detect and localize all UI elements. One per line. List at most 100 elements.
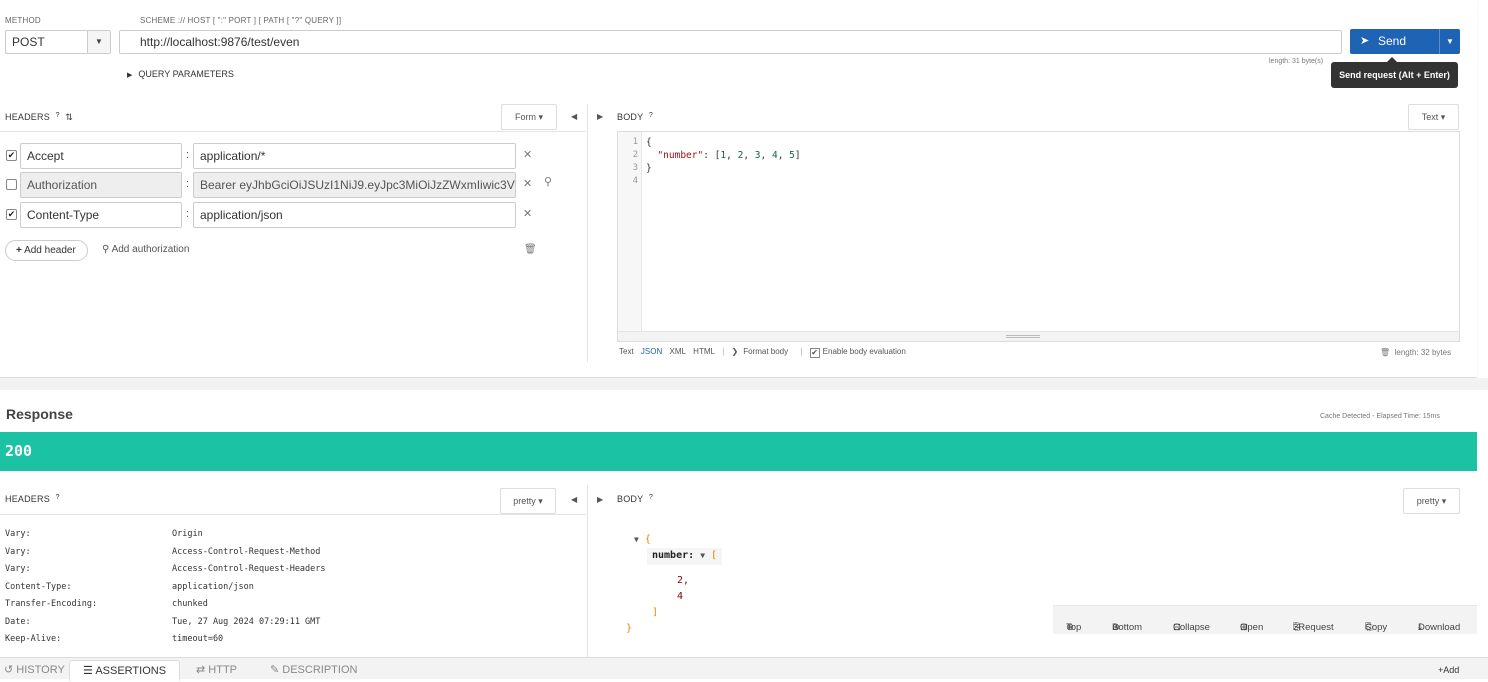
header-enabled-checkbox[interactable]: ✔ bbox=[6, 209, 17, 220]
collapse-right-icon[interactable]: ▶ bbox=[597, 495, 603, 504]
format-json-button[interactable]: JSON bbox=[641, 347, 662, 356]
send-options-button[interactable]: ▼ bbox=[1439, 29, 1460, 54]
tab-description[interactable]: ✎ DESCRIPTION bbox=[270, 660, 357, 681]
trash-icon[interactable]: 🗑 bbox=[524, 244, 537, 255]
json-key-row[interactable]: number: ▼ [ bbox=[647, 548, 723, 565]
close-icon[interactable]: ✕ bbox=[523, 207, 532, 220]
url-input[interactable]: http://localhost:9876/test/even bbox=[119, 30, 1342, 54]
collapse-right-icon[interactable]: ▶ bbox=[597, 112, 603, 121]
method-select[interactable]: POST ▼ bbox=[5, 30, 111, 54]
url-label: SCHEME :// HOST [ ":" PORT ] [ PATH [ "?… bbox=[140, 16, 342, 25]
header-value: application/json bbox=[172, 582, 254, 592]
json-object-toggle[interactable]: ▼ { bbox=[634, 534, 651, 545]
header-value-input[interactable]: application/json bbox=[193, 202, 516, 228]
header-row: ✔ Content-Type : application/json ✕ bbox=[5, 202, 575, 228]
header-enabled-checkbox[interactable]: ✔ bbox=[6, 150, 17, 161]
add-button[interactable]: +Add bbox=[1438, 660, 1459, 681]
format-text-button[interactable]: Text bbox=[619, 347, 634, 356]
panel-gap bbox=[0, 378, 1488, 390]
paper-plane-icon: ➤ bbox=[1360, 35, 1370, 47]
plus-icon: + bbox=[16, 245, 22, 256]
headers-title: HEADERS ? ⇅ bbox=[5, 112, 73, 123]
caret-down-icon: ▼ bbox=[634, 535, 639, 544]
help-icon: ? bbox=[648, 494, 653, 501]
response-header-row: Vary: Origin bbox=[5, 529, 203, 539]
response-header-row: Vary: Access-Control-Request-Method bbox=[5, 547, 320, 557]
help-icon: ? bbox=[648, 112, 653, 119]
chevron-down-icon[interactable]: ▼ bbox=[87, 31, 110, 53]
headers-mode-dropdown[interactable]: Form ▾ bbox=[501, 104, 557, 130]
response-headers-mode-dropdown[interactable]: pretty ▾ bbox=[500, 488, 556, 514]
code-brace: { bbox=[646, 137, 652, 148]
history-icon: ↺ bbox=[4, 664, 14, 676]
response-body-label: BODY bbox=[617, 494, 644, 504]
send-button[interactable]: ➤ Send bbox=[1350, 29, 1439, 54]
to-request-label: 2Request bbox=[1293, 622, 1334, 633]
code-brace: } bbox=[646, 163, 652, 174]
json-value: 4 bbox=[677, 591, 684, 602]
response-headers-mode-label: pretty bbox=[513, 496, 536, 506]
code-punct: : [ bbox=[703, 150, 721, 161]
close-icon[interactable]: ✕ bbox=[523, 177, 532, 190]
headers-rule bbox=[0, 131, 586, 132]
url-length: length: 31 byte(s) bbox=[1269, 58, 1324, 65]
body-title: BODY ? bbox=[617, 112, 653, 122]
help-icon: ? bbox=[55, 112, 60, 119]
format-body-label: Format body bbox=[743, 347, 789, 356]
response-body-mode-dropdown[interactable]: pretty ▾ bbox=[1403, 488, 1460, 514]
json-brace: { bbox=[644, 534, 651, 545]
header-name: Content-Type: bbox=[5, 582, 72, 592]
add-header-button[interactable]: + Add header bbox=[5, 240, 88, 261]
body-toolbar: Text JSON XML HTML | ❯ Format body | ✔ Ena… bbox=[619, 347, 916, 358]
add-authorization-link[interactable]: ⚲ Add authorization bbox=[102, 244, 189, 255]
header-name-input[interactable]: Accept bbox=[20, 143, 182, 169]
body-length: 🗑 length: 32 bytes bbox=[1380, 348, 1451, 357]
code-number: 2 bbox=[737, 150, 744, 161]
header-enabled-checkbox[interactable] bbox=[6, 179, 17, 190]
tab-history[interactable]: ↺ HISTORY bbox=[0, 660, 65, 681]
sort-icon[interactable]: ⇅ bbox=[65, 112, 73, 122]
header-value: Access-Control-Request-Method bbox=[172, 547, 321, 557]
cache-info: Cache Detected - Elapsed Time: 15ms bbox=[1320, 413, 1440, 420]
response-headers-label: HEADERS bbox=[5, 494, 50, 504]
header-name-input[interactable]: Authorization bbox=[20, 172, 182, 198]
format-html-button[interactable]: HTML bbox=[693, 347, 715, 356]
body-mode-dropdown[interactable]: Text ▾ bbox=[1408, 104, 1459, 130]
header-row: ✔ Accept : application/* ✕ bbox=[5, 143, 575, 169]
collapse-left-icon[interactable]: ◀ bbox=[571, 112, 577, 121]
collapse-label: Collapse bbox=[1173, 622, 1210, 633]
enable-evaluation-checkbox[interactable]: ✔ Enable body evaluation bbox=[809, 347, 911, 358]
method-value: POST bbox=[12, 35, 45, 49]
line-numbers: 1 2 3 4 bbox=[618, 132, 642, 332]
header-value: chunked bbox=[172, 599, 208, 609]
panel-divider bbox=[587, 485, 588, 657]
tab-http[interactable]: ⇄ HTTP bbox=[196, 660, 237, 681]
panel-divider bbox=[587, 104, 588, 362]
close-icon[interactable]: ✕ bbox=[523, 148, 532, 161]
body-label: BODY bbox=[617, 112, 644, 122]
format-xml-button[interactable]: XML bbox=[669, 347, 685, 356]
resize-handle[interactable] bbox=[618, 331, 1459, 341]
format-body-button[interactable]: ❯ Format body bbox=[732, 347, 794, 356]
add-label: Add bbox=[1443, 665, 1460, 675]
header-value-input[interactable]: application/* bbox=[193, 143, 516, 169]
header-value-input[interactable]: Bearer eyJhbGciOiJSUzI1NiJ9.eyJpc3MiOiJz… bbox=[193, 172, 516, 198]
colon-separator: : bbox=[186, 149, 190, 161]
pencil-icon: ✎ bbox=[270, 664, 280, 676]
header-name: Keep-Alive: bbox=[5, 634, 62, 644]
query-parameters-toggle[interactable]: ▶ QUERY PARAMETERS bbox=[127, 69, 234, 79]
header-name-input[interactable]: Content-Type bbox=[20, 202, 182, 228]
top-label: Top bbox=[1066, 622, 1082, 633]
header-value: Tue, 27 Aug 2024 07:29:11 GMT bbox=[172, 617, 321, 627]
response-header-row: Date: Tue, 27 Aug 2024 07:29:11 GMT bbox=[5, 617, 320, 627]
code-punct: ] bbox=[794, 150, 801, 161]
body-code[interactable]: { "number": [1, 2, 3, 4, 5]} bbox=[646, 136, 801, 175]
collapse-left-icon[interactable]: ◀ bbox=[571, 495, 577, 504]
headers-label: HEADERS bbox=[5, 112, 50, 122]
body-editor[interactable]: 1 2 3 4 { "number": [1, 2, 3, 4, 5]} bbox=[617, 131, 1460, 342]
key-icon[interactable]: ⚲ bbox=[544, 175, 552, 188]
code-key: "number" bbox=[657, 150, 704, 161]
tab-assertions[interactable]: ☰ ASSERTIONS bbox=[69, 660, 181, 681]
trash-icon[interactable]: 🗑 bbox=[1380, 348, 1390, 357]
headers-mode-label: Form bbox=[514, 112, 536, 122]
